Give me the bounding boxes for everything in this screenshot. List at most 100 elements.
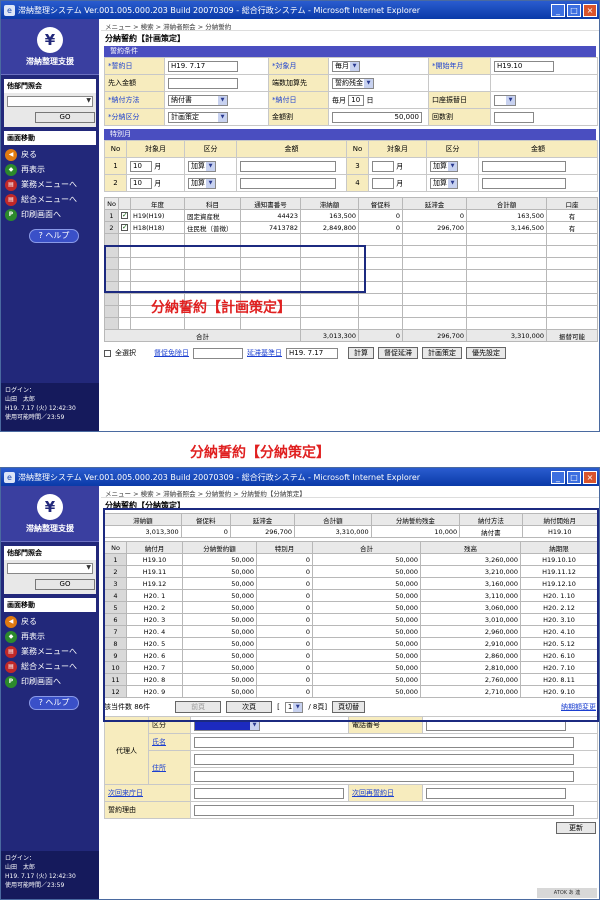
ime-status: ATOK あ 連 [537, 888, 597, 898]
nav-back[interactable]: ◀ 戻る [5, 614, 95, 629]
update-button[interactable]: 更新 [556, 822, 596, 834]
next-pledge-input[interactable] [426, 787, 566, 799]
minimize-icon[interactable]: _ [551, 3, 565, 17]
login-time: H19. 7.17 (火) 12:42:30 [5, 405, 76, 412]
plan-button[interactable]: 計画策定 [422, 347, 462, 359]
available-time: 使用可能時間／23:59 [5, 882, 65, 889]
special-kind-select[interactable]: 加算 [188, 177, 216, 189]
pay-day-input[interactable]: 10 [348, 94, 365, 106]
go-button[interactable]: GO [35, 579, 95, 590]
special-amount-input[interactable] [240, 160, 336, 172]
special-month-input[interactable] [372, 177, 394, 189]
special-amount-input[interactable] [240, 177, 336, 189]
next-visit-link[interactable]: 次回来庁日 [108, 789, 143, 797]
other-dept-select[interactable] [7, 563, 93, 574]
nav-print[interactable]: P 印刷画面へ [5, 674, 95, 689]
app-logo: ¥ 滞納整理支援 [1, 486, 99, 542]
special-amount-input[interactable] [482, 160, 566, 172]
menu-icon: ▤ [5, 660, 17, 673]
nav-business-menu[interactable]: ▤ 業務メニューへ [5, 644, 95, 659]
breadcrumb: メニュー > 検索 > 滞納者照会 > 分納誓約 > 分納誓約【分納策定】 [101, 486, 599, 498]
select-all-checkbox[interactable] [104, 349, 111, 357]
address-input-1[interactable] [194, 753, 574, 765]
close-icon[interactable]: × [583, 470, 597, 484]
maximize-icon[interactable]: □ [567, 470, 581, 484]
address-input-2[interactable] [194, 770, 574, 782]
dunning-delay-button[interactable]: 督促延滞 [378, 347, 418, 359]
browser-window-plan: e 滞納整理システム Ver.001.005.000.203 Build 200… [0, 0, 600, 432]
start-ym-input[interactable]: H19.10 [494, 60, 554, 72]
back-icon: ◀ [5, 615, 17, 628]
login-time: H19. 7.17 (火) 12:42:30 [5, 873, 76, 880]
title-bar: e 滞納整理システム Ver.001.005.000.203 Build 200… [1, 1, 599, 19]
advance-input[interactable] [168, 77, 238, 89]
split-amount-input[interactable]: 50,000 [332, 111, 422, 123]
title-bar: e 滞納整理システム Ver.001.005.000.203 Build 200… [1, 468, 599, 486]
yen-icon: ¥ [37, 493, 63, 520]
user-name: 山田 太郎 [5, 864, 36, 871]
transfer-day-select[interactable] [494, 94, 516, 106]
special-month-input[interactable] [372, 160, 394, 172]
nav-heading: 画面移動 [4, 598, 96, 612]
special-row: 2 10 月 加算 4 月 加算 [104, 174, 598, 192]
count-split-input[interactable] [494, 111, 534, 123]
table-row[interactable]: 2 H18(H18) 住民税（普徴） 7413782 2,849,800 0 2… [104, 221, 598, 234]
other-dept-box: GO [4, 560, 96, 594]
reason-input[interactable] [194, 804, 574, 816]
help-button[interactable]: ? ヘルプ [29, 696, 79, 710]
nav-business-menu[interactable]: ▤ 業務メニューへ [5, 177, 95, 192]
help-button[interactable]: ? ヘルプ [29, 229, 79, 243]
available-time: 使用可能時間／23:59 [5, 414, 65, 421]
other-dept-heading: 他部門照会 [4, 546, 96, 560]
breadcrumb: メニュー > 検索 > 滞納者照会 > 分納誓約 [101, 19, 599, 31]
special-kind-select[interactable]: 加算 [430, 160, 458, 172]
next-pledge-link[interactable]: 次回再誓約日 [352, 789, 394, 797]
split-amount-label: 金額割 [268, 108, 329, 126]
caption-split: 分納誓約【分納策定】 [190, 445, 330, 461]
highlight-frame [103, 508, 599, 722]
exempt-date-input[interactable] [193, 347, 243, 359]
nav-general-menu[interactable]: ▤ 総合メニューへ [5, 659, 95, 674]
target-month-select[interactable]: 毎月 [332, 60, 360, 72]
sidebar: ¥ 滞納整理支援 他部門照会 GO 画面移動 ◀戻る ◆再表示 ▤業務メニューへ… [1, 19, 99, 431]
calc-button[interactable]: 計算 [348, 347, 374, 359]
help-icon: ? [38, 231, 43, 240]
nav-list: ◀ 戻る ◆ 再表示 ▤ 業務メニューへ ▤ 総合メニューへ P 印刷画面へ [1, 612, 99, 691]
row-checkbox[interactable] [121, 211, 128, 219]
go-button[interactable]: GO [35, 112, 95, 123]
ie-icon: e [4, 471, 15, 483]
shortfall-select[interactable]: 誓約残金 [332, 77, 374, 89]
minimize-icon[interactable]: _ [551, 470, 565, 484]
browser-window-split: e 滞納整理システム Ver.001.005.000.203 Build 200… [0, 467, 600, 900]
priority-button[interactable]: 優先設定 [466, 347, 506, 359]
special-month-input[interactable]: 10 [130, 160, 152, 172]
close-icon[interactable]: × [583, 3, 597, 17]
special-amount-input[interactable] [482, 177, 566, 189]
pledge-date-input[interactable]: H19. 7.17 [168, 60, 238, 72]
nav-back[interactable]: ◀ 戻る [5, 147, 95, 162]
next-visit-input[interactable] [194, 787, 344, 799]
split-type-select[interactable]: 計画策定 [168, 111, 228, 123]
nav-refresh[interactable]: ◆ 再表示 [5, 629, 95, 644]
pay-method-select[interactable]: 納付書 [168, 94, 228, 106]
special-kind-select[interactable]: 加算 [188, 160, 216, 172]
row-checkbox[interactable] [121, 223, 128, 231]
nav-refresh[interactable]: ◆ 再表示 [5, 162, 95, 177]
nav-print[interactable]: P 印刷画面へ [5, 207, 95, 222]
name-link[interactable]: 氏名 [152, 738, 166, 746]
extend-date-link[interactable]: 延滞基準日 [247, 348, 282, 358]
nav-general-menu[interactable]: ▤ 総合メニューへ [5, 192, 95, 207]
user-name: 山田 太郎 [5, 396, 36, 403]
highlight-frame [104, 245, 366, 293]
special-month-input[interactable]: 10 [130, 177, 152, 189]
table-row[interactable]: 1 H19(H19) 固定資産税 44423 163,500 0 0 163,5… [104, 209, 598, 222]
caption-plan: 分納誓約【計画策定】 [151, 300, 291, 316]
extend-date-input[interactable]: H19. 7.17 [286, 347, 338, 359]
address-link[interactable]: 住所 [152, 764, 166, 772]
exempt-date-link[interactable]: 督促免除日 [154, 348, 189, 358]
special-kind-select[interactable]: 加算 [430, 177, 458, 189]
name-input[interactable] [194, 736, 574, 748]
menu-icon: ▤ [5, 193, 17, 206]
other-dept-select[interactable] [7, 96, 93, 107]
maximize-icon[interactable]: □ [567, 3, 581, 17]
